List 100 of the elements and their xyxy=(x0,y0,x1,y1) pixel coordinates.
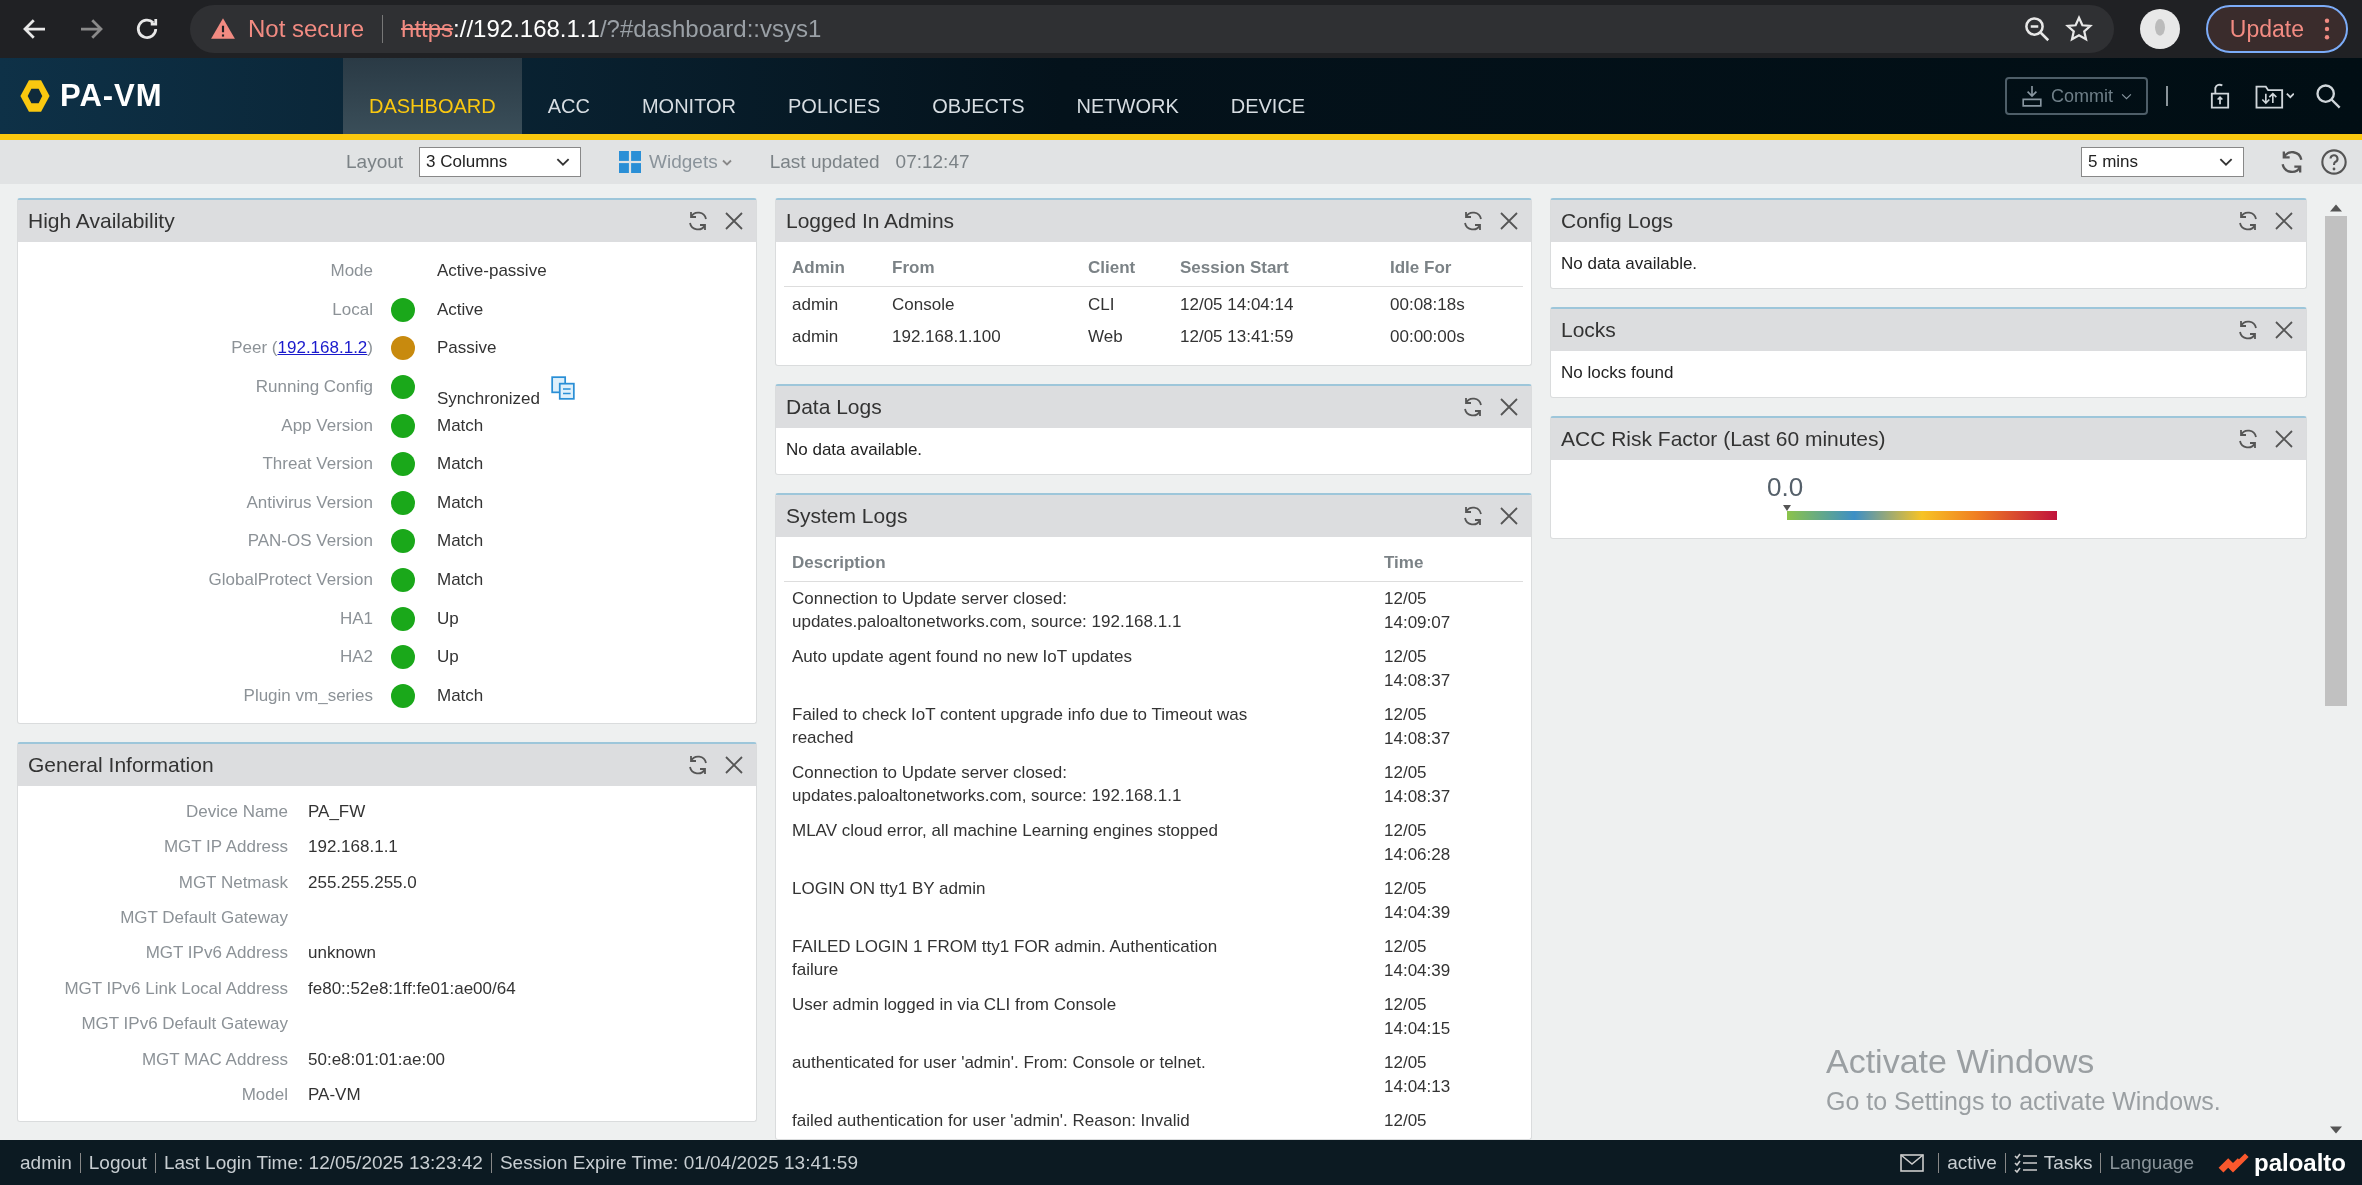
star-icon[interactable] xyxy=(2063,14,2094,44)
refresh-icon[interactable] xyxy=(1461,504,1485,528)
panel-title: Logged In Admins xyxy=(786,209,955,233)
caret-icon xyxy=(2219,157,2233,167)
nav-tab[interactable]: DEVICE xyxy=(1204,58,1332,134)
panel-title: ACC Risk Factor (Last 60 minutes) xyxy=(1561,427,1886,451)
column-header: Time xyxy=(1376,543,1523,582)
language-link[interactable]: Language xyxy=(2109,1151,2194,1174)
field-label: Threat Version xyxy=(262,454,373,475)
address-bar[interactable]: Not secure https://192.168.1.1/?#dashboard::vsys1 xyxy=(190,5,2114,53)
mail-icon[interactable] xyxy=(1900,1152,1925,1173)
table-cell-text: 12/05 13:41:59 xyxy=(1179,326,1295,348)
field-label: Running Config xyxy=(255,377,373,398)
nav-tab[interactable]: MONITOR xyxy=(615,58,762,134)
log-time: 14:09:07 xyxy=(1384,612,1452,634)
refresh-icon[interactable] xyxy=(2236,427,2260,451)
refresh-icon[interactable] xyxy=(1461,209,1485,233)
tasks-icon[interactable] xyxy=(2013,1152,2038,1173)
security-label[interactable]: Not secure xyxy=(248,15,365,43)
nav-tab[interactable]: ACC xyxy=(521,58,616,134)
log-description: failed authentication for user 'admin'. Reason: Invalid xyxy=(791,1110,1191,1132)
risk-value: 0.0 xyxy=(1767,472,1804,503)
log-time: 14:04:39 xyxy=(1384,902,1452,924)
field-label: HA2 xyxy=(339,647,373,668)
field-value: Up xyxy=(437,608,459,629)
field-value: Match xyxy=(437,570,484,591)
more-icon[interactable] xyxy=(2324,18,2330,40)
log-date: 12/05 xyxy=(1384,1110,1428,1132)
update-button[interactable]: Update xyxy=(2205,5,2348,53)
refresh-interval-select[interactable]: 5 mins xyxy=(2081,147,2244,177)
field-label: Device Name xyxy=(185,801,288,822)
refresh-icon[interactable] xyxy=(1461,395,1485,419)
nav-tab[interactable]: POLICIES xyxy=(762,58,907,134)
field-value: Match xyxy=(437,454,484,475)
empty-message: No data available. xyxy=(1561,254,1698,273)
table-cell-text: admin xyxy=(791,326,840,348)
log-date: 12/05 xyxy=(1384,646,1428,668)
layout-select[interactable]: 3 Columns xyxy=(419,147,582,177)
status-text: active xyxy=(1947,1151,1997,1174)
log-description: Connection to Update server closed: updates.paloaltonetworks.com, source: 192.168.1.1 xyxy=(791,588,1183,633)
log-description: Failed to check IoT content upgrade info due to Timeout was reached xyxy=(791,704,1249,749)
log-description: MLAV cloud error, all machine Learning engines stopped xyxy=(791,820,1219,842)
nav-tab[interactable]: NETWORK xyxy=(1050,58,1205,134)
log-time: 14:04:13 xyxy=(1384,1076,1452,1098)
field-label: MGT IP Address xyxy=(163,837,288,858)
sync-icon[interactable] xyxy=(550,375,576,402)
panel-title: Data Logs xyxy=(786,395,882,419)
help-icon[interactable] xyxy=(2320,148,2348,176)
field-value: Match xyxy=(437,685,484,706)
log-date: 12/05 xyxy=(1384,588,1428,610)
field-value: 50:e8:01:01:ae:00 xyxy=(308,1049,446,1070)
table-cell-text: CLI xyxy=(1087,294,1116,316)
tasks-link[interactable]: Tasks xyxy=(2043,1151,2093,1174)
log-description: LOGIN ON tty1 BY admin xyxy=(791,878,987,900)
field-value: Passive xyxy=(437,338,497,359)
log-description: Connection to Update server closed: updates.paloaltonetworks.com, source: 192.168.1.1 xyxy=(791,762,1183,807)
panel-title: General Information xyxy=(28,753,214,778)
table-cell-text: Console xyxy=(891,294,956,316)
profile-avatar[interactable] xyxy=(2139,9,2180,49)
panel-title: System Logs xyxy=(786,504,908,528)
column-header: Session Start xyxy=(1172,248,1382,287)
table-cell-text: 192.168.1.100 xyxy=(891,326,1002,348)
log-description: FAILED LOGIN 1 FROM tty1 FOR admin. Authentication failure xyxy=(791,936,1219,981)
table-cell-text: 00:00:00s xyxy=(1389,326,1466,348)
field-value: Match xyxy=(437,492,484,513)
column-header: Client xyxy=(1080,248,1172,287)
logout-link[interactable]: Logout xyxy=(88,1151,147,1174)
nav-tab[interactable]: DASHBOARD xyxy=(343,58,522,134)
refresh-icon[interactable] xyxy=(2236,209,2260,233)
session-expire-text: Session Expire Time: 01/04/2025 13:41:59 xyxy=(499,1151,858,1174)
table-cell-text: 00:08:18s xyxy=(1389,294,1466,316)
scroll-up-icon[interactable] xyxy=(2330,204,2342,212)
activation-notice-title: Activate Windows xyxy=(1826,1042,2096,1081)
logo-icon xyxy=(20,79,50,113)
field-label: App Version xyxy=(281,415,373,436)
field-label: MGT Netmask xyxy=(178,872,288,893)
warning-icon xyxy=(210,16,236,42)
empty-message: No locks found xyxy=(1561,363,1674,382)
table-cell-text: admin xyxy=(791,294,840,316)
field-label: MGT MAC Address xyxy=(141,1049,288,1070)
commit-button[interactable]: Commit xyxy=(2005,77,2148,115)
log-date: 12/05 xyxy=(1384,878,1428,900)
panel-title: High Availability xyxy=(28,209,175,233)
field-label: Model xyxy=(241,1084,288,1105)
field-value: Match xyxy=(437,415,484,436)
refresh-icon[interactable] xyxy=(686,209,710,233)
field-value: PA-VM xyxy=(308,1084,361,1105)
log-description: authenticated for user 'admin'. From: Console or telnet. xyxy=(791,1052,1207,1074)
widgets-icon[interactable] xyxy=(619,151,642,173)
refresh-icon[interactable] xyxy=(2236,318,2260,342)
nav-tab[interactable]: OBJECTS xyxy=(906,58,1051,134)
search-icon[interactable] xyxy=(2314,82,2342,110)
peer-link[interactable]: 192.168.1.2 xyxy=(277,338,368,358)
field-value: unknown xyxy=(308,943,377,964)
log-time: 14:04:15 xyxy=(1384,1018,1452,1040)
scroll-down-icon[interactable] xyxy=(2330,1126,2342,1134)
field-label: PAN-OS Version xyxy=(247,531,373,552)
download-icon xyxy=(2021,85,2043,107)
field-label: Mode xyxy=(330,261,373,282)
scrollbar-thumb[interactable] xyxy=(2325,216,2347,706)
